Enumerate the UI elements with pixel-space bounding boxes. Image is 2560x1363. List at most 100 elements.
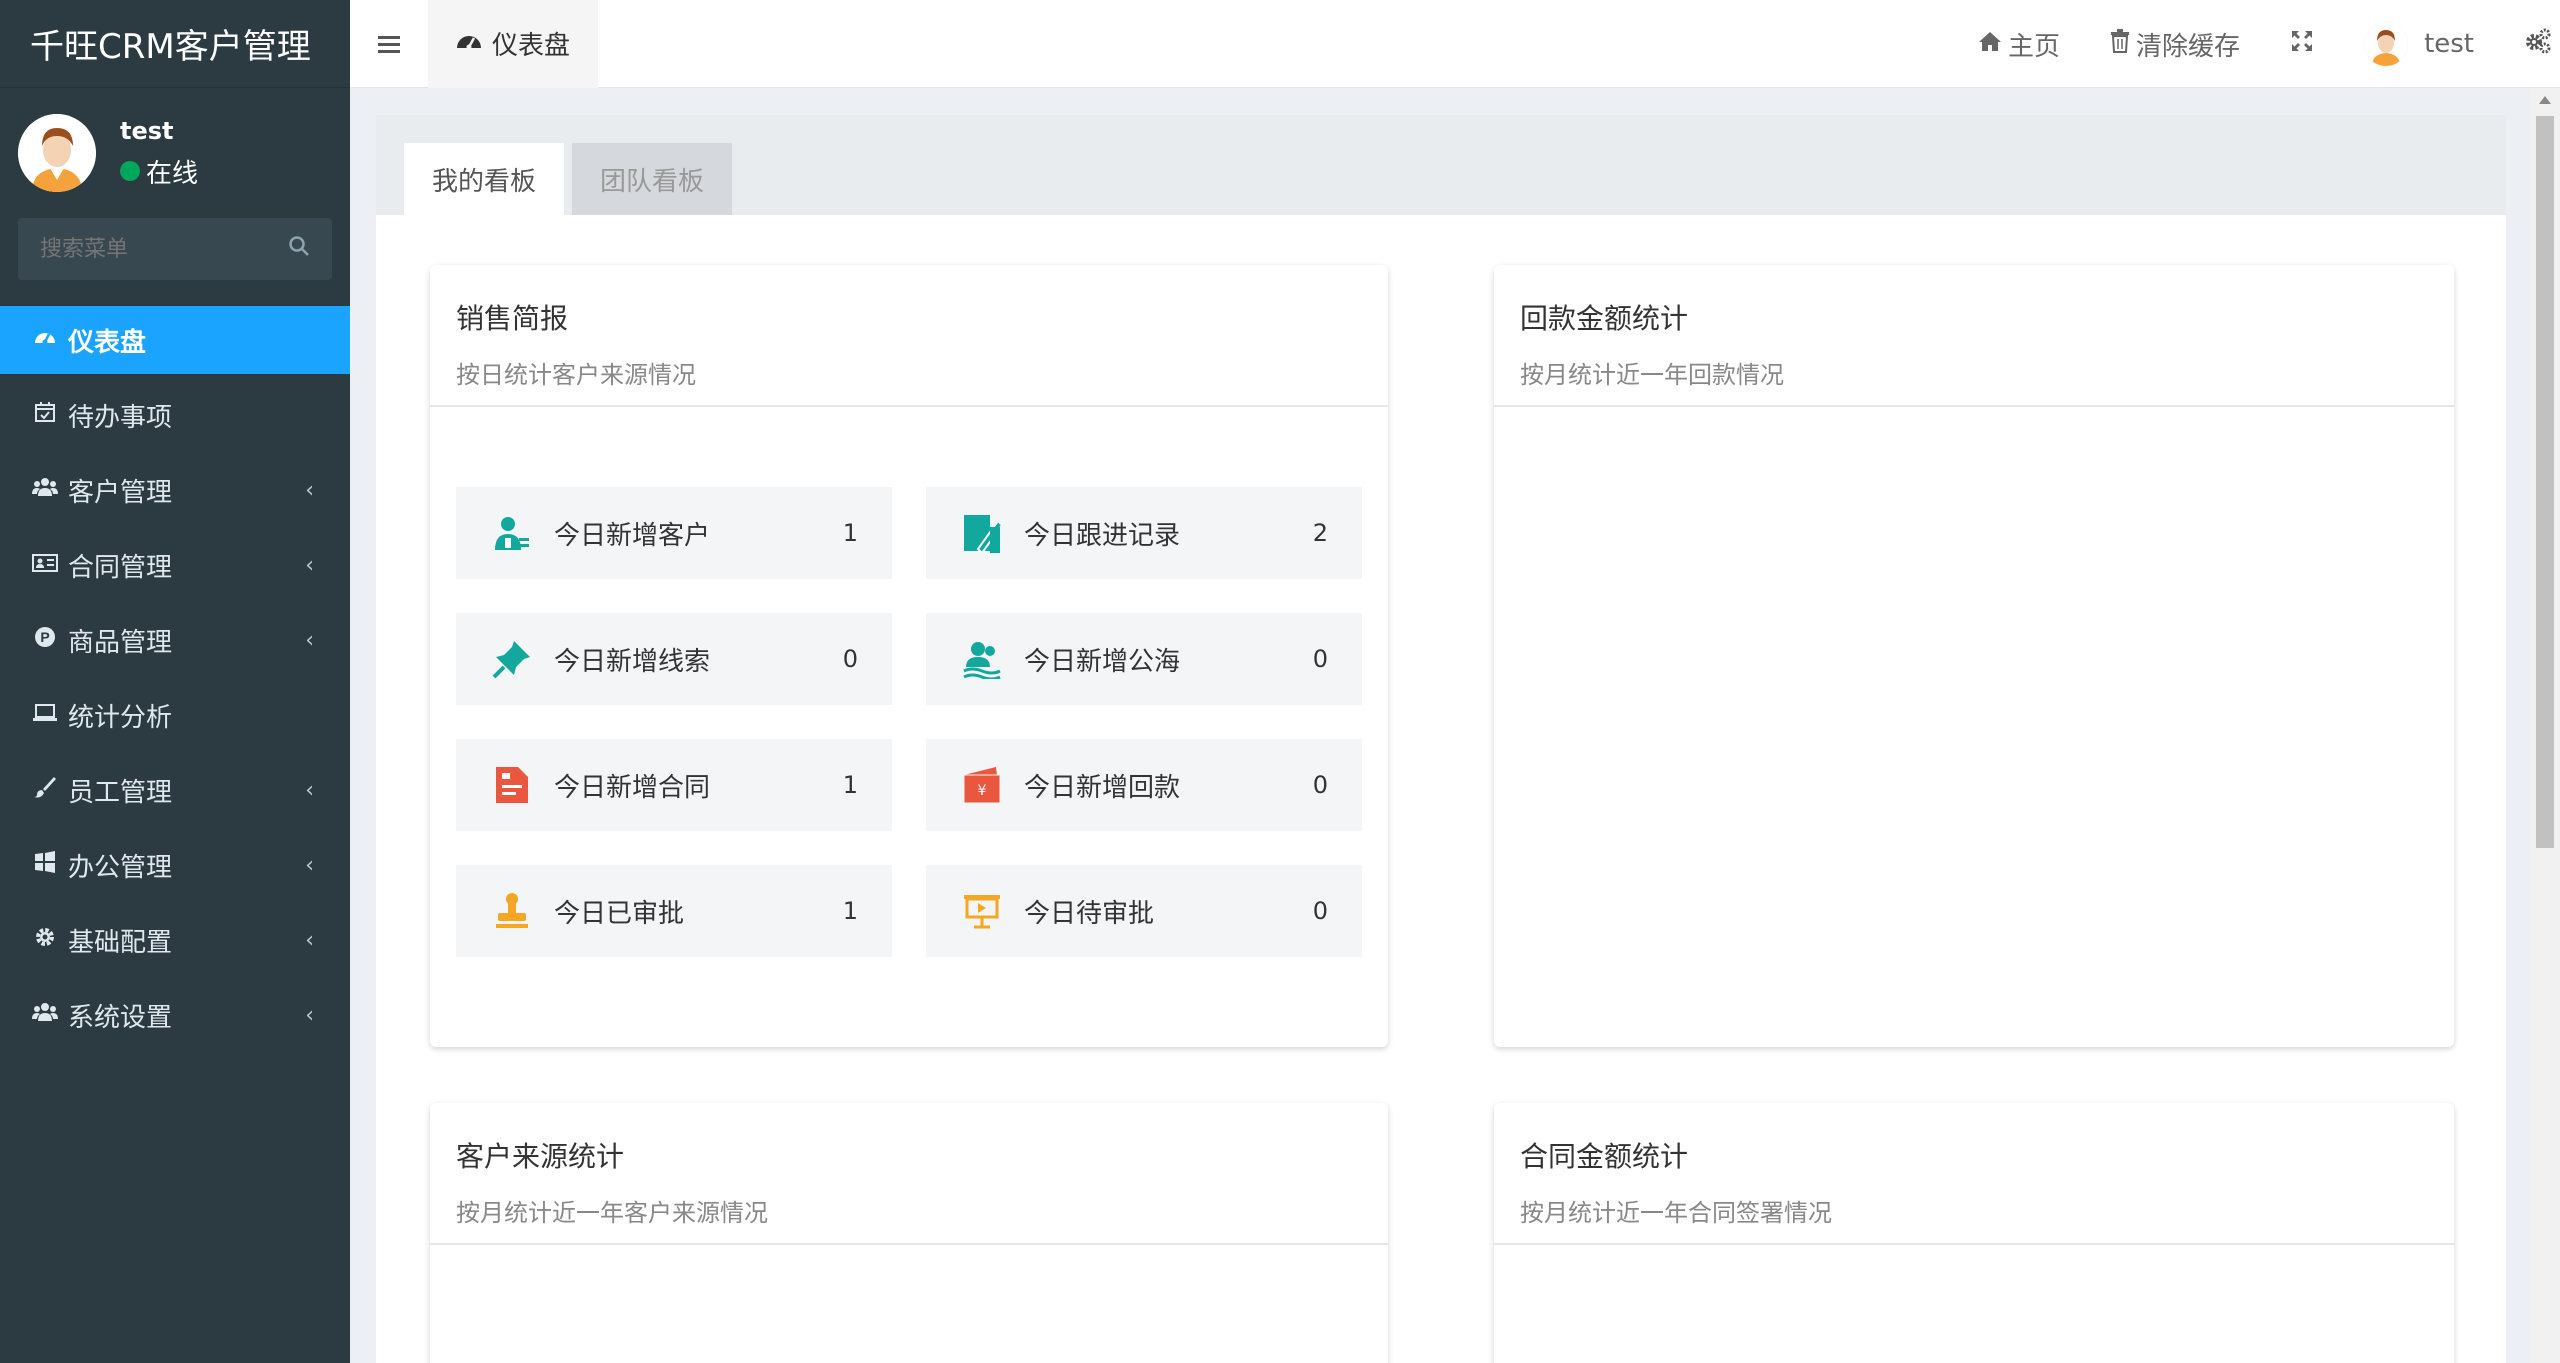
users-icon: [30, 476, 60, 504]
contract-amount-card: 合同金额统计 按月统计近一年合同签署情况: [1494, 1103, 2454, 1363]
avatar: [18, 114, 96, 192]
sidebar-item-products[interactable]: P 商品管理 ‹: [0, 606, 350, 674]
stat-new-payments[interactable]: ¥ 今日新增回款 0: [926, 739, 1362, 831]
card-title: 销售简报: [456, 302, 569, 335]
card-title: 合同金额统计: [1520, 1140, 1689, 1173]
sidebar-item-label: 待办事项: [68, 402, 173, 433]
card-subtitle: 按日统计客户来源情况: [456, 361, 696, 389]
pending-approval-icon: [960, 889, 1004, 933]
chevron-left-icon: ‹: [305, 777, 314, 803]
laptop-icon: [30, 701, 60, 729]
sidebar-item-label: 客户管理: [68, 477, 173, 508]
sidebar-item-label: 办公管理: [68, 852, 173, 883]
stat-value: 0: [1312, 897, 1328, 925]
fullscreen-icon: [2290, 29, 2314, 60]
stat-label: 今日新增回款: [1024, 772, 1181, 803]
public-pool-icon: [960, 637, 1004, 681]
scrollbar-thumb[interactable]: [2536, 116, 2554, 848]
sidebar-item-office[interactable]: 办公管理 ‹: [0, 831, 350, 899]
chevron-left-icon: ‹: [305, 1002, 314, 1028]
sidebar-item-label: 商品管理: [68, 627, 173, 658]
menu-toggle-button[interactable]: [350, 26, 428, 61]
sidebar: 千旺CRM客户管理 test 在线 搜索菜单 仪表盘 待办事项 客户管理 ‹ 合…: [0, 0, 350, 1363]
chevron-left-icon: ‹: [305, 627, 314, 653]
stat-new-customers[interactable]: 今日新增客户 1: [456, 487, 892, 579]
card-subtitle: 按月统计近一年合同签署情况: [1520, 1199, 1832, 1227]
dashboard-icon: [456, 29, 482, 59]
card-subtitle: 按月统计近一年回款情况: [1520, 361, 1784, 389]
header-actions: 主页 清除缓存 test: [1978, 0, 2560, 88]
sidebar-item-contracts[interactable]: 合同管理 ‹: [0, 531, 350, 599]
stat-label: 今日新增公海: [1024, 646, 1181, 677]
tab-my-board-label: 我的看板: [432, 166, 537, 197]
card-header: 回款金额统计 按月统计近一年回款情况: [1494, 265, 2454, 407]
tab-my-board[interactable]: 我的看板: [404, 143, 565, 215]
stat-new-public-pool[interactable]: 今日新增公海 0: [926, 613, 1362, 705]
edit-record-icon: [960, 511, 1004, 555]
svg-text:P: P: [40, 629, 49, 645]
card-header: 客户来源统计 按月统计近一年客户来源情况: [430, 1103, 1388, 1245]
stat-follow-records[interactable]: 今日跟进记录 2: [926, 487, 1362, 579]
tab-dashboard[interactable]: 仪表盘: [428, 0, 599, 88]
home-link[interactable]: 主页: [1978, 26, 2060, 63]
tab-team-board[interactable]: 团队看板: [572, 143, 733, 215]
sidebar-item-config[interactable]: 基础配置 ‹: [0, 906, 350, 974]
gear-icon: [30, 925, 60, 955]
user-menu[interactable]: test: [2364, 22, 2474, 66]
card-title: 客户来源统计: [456, 1140, 625, 1173]
brush-icon: [30, 775, 60, 805]
sidebar-item-staff[interactable]: 员工管理 ‹: [0, 756, 350, 824]
stat-value: 0: [1312, 645, 1328, 673]
sidebar-item-dashboard[interactable]: 仪表盘: [0, 306, 350, 374]
sidebar-item-customers[interactable]: 客户管理 ‹: [0, 456, 350, 524]
header-user-name: test: [2424, 29, 2474, 59]
clear-cache-button[interactable]: 清除缓存: [2110, 26, 2240, 63]
sidebar-item-label: 系统设置: [68, 1002, 173, 1033]
calendar-check-icon: [30, 400, 60, 430]
app-logo[interactable]: 千旺CRM客户管理: [0, 0, 350, 88]
trash-icon: [2110, 28, 2130, 60]
card-header: 合同金额统计 按月统计近一年合同签署情况: [1494, 1103, 2454, 1245]
payment-icon: ¥: [960, 763, 1004, 807]
sidebar-item-statistics[interactable]: 统计分析: [0, 681, 350, 749]
scroll-up-arrow-icon[interactable]: [2539, 96, 2551, 104]
stat-value: 1: [842, 519, 858, 547]
stat-approved-today[interactable]: 今日已审批 1: [456, 865, 892, 957]
avatar: [2364, 22, 2409, 66]
sidebar-item-system[interactable]: 系统设置 ‹: [0, 981, 350, 1049]
stat-label: 今日新增合同: [554, 772, 711, 803]
stat-label: 今日已审批: [554, 898, 685, 929]
main-content: 我的看板 团队看板 销售简报 按日统计客户来源情况 今日新增客户 1 今日跟进记…: [376, 115, 2506, 1363]
tab-team-board-label: 团队看板: [600, 166, 705, 197]
chevron-left-icon: ‹: [305, 927, 314, 953]
stat-value: 2: [1312, 519, 1328, 547]
users-icon: [30, 1001, 60, 1029]
user-name: test: [120, 116, 174, 145]
sales-brief-card: 销售简报 按日统计客户来源情况 今日新增客户 1 今日跟进记录 2 今日新增线索…: [430, 265, 1388, 1047]
stat-label: 今日跟进记录: [1024, 520, 1181, 551]
chevron-left-icon: ‹: [305, 552, 314, 578]
sidebar-item-todo[interactable]: 待办事项: [0, 381, 350, 449]
id-card-icon: [30, 551, 60, 579]
stat-new-contracts[interactable]: 今日新增合同 1: [456, 739, 892, 831]
page-scrollbar[interactable]: [2530, 88, 2560, 1363]
stat-value: 1: [842, 771, 858, 799]
windows-icon: [30, 851, 60, 879]
search-icon[interactable]: [288, 235, 310, 263]
svg-text:¥: ¥: [978, 783, 987, 799]
menu-search-input[interactable]: [40, 236, 280, 262]
user-status-label: 在线: [146, 158, 199, 189]
menu-search: [18, 218, 332, 280]
stat-value: 1: [842, 897, 858, 925]
contract-icon: [490, 763, 534, 807]
dashboard-icon: [30, 325, 60, 355]
stat-new-leads[interactable]: 今日新增线索 0: [456, 613, 892, 705]
settings-button[interactable]: [2524, 28, 2552, 61]
user-status: 在线: [120, 153, 198, 190]
tab-dashboard-label: 仪表盘: [492, 31, 571, 61]
customer-source-card: 客户来源统计 按月统计近一年客户来源情况: [430, 1103, 1388, 1363]
chevron-left-icon: ‹: [305, 477, 314, 503]
stat-pending-approval[interactable]: 今日待审批 0: [926, 865, 1362, 957]
fullscreen-button[interactable]: [2290, 29, 2314, 60]
sidebar-item-label: 员工管理: [68, 777, 173, 808]
